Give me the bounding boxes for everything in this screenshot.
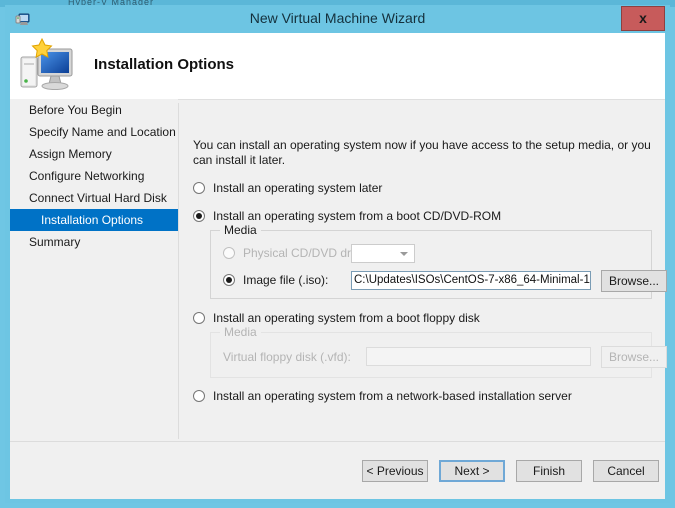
radio-icon-image-file <box>223 274 235 286</box>
radio-physical-cd-drive: Physical CD/DVD drive: <box>223 246 370 260</box>
radio-label-install-later: Install an operating system later <box>213 181 383 195</box>
radio-icon-install-from-cd <box>193 210 205 222</box>
radio-image-file[interactable]: Image file (.iso): <box>223 273 328 287</box>
window-title: New Virtual Machine Wizard <box>249 10 426 26</box>
radio-icon-install-later <box>193 182 205 194</box>
new-vm-computer-icon <box>18 37 80 95</box>
title-bar: New Virtual Machine Wizard x <box>5 5 670 33</box>
sidebar-item-summary[interactable]: Summary <box>10 231 178 253</box>
close-icon[interactable]: x <box>621 6 665 31</box>
radio-label-install-from-network: Install an operating system from a netwo… <box>213 389 572 403</box>
sidebar-content-divider <box>178 103 179 439</box>
dialog-body: Installation Options Before You Begin Sp… <box>10 33 667 499</box>
wizard-steps-sidebar: Before You Begin Specify Name and Locati… <box>10 99 178 441</box>
dialog-footer: < Previous Next > Finish Cancel <box>10 441 665 499</box>
radio-icon-install-from-network <box>193 390 205 402</box>
sidebar-item-assign-memory[interactable]: Assign Memory <box>10 143 178 165</box>
cd-media-group-legend: Media <box>220 223 261 237</box>
sidebar-item-configure-networking[interactable]: Configure Networking <box>10 165 178 187</box>
sidebar-item-installation-options[interactable]: Installation Options <box>10 209 178 231</box>
page-header: Installation Options <box>10 33 665 100</box>
finish-button[interactable]: Finish <box>516 460 582 482</box>
radio-install-from-network[interactable]: Install an operating system from a netwo… <box>193 389 572 403</box>
radio-install-later[interactable]: Install an operating system later <box>193 181 382 195</box>
radio-install-from-floppy[interactable]: Install an operating system from a boot … <box>193 311 480 325</box>
vfd-path-input <box>366 347 591 366</box>
cancel-button[interactable]: Cancel <box>593 460 659 482</box>
next-button[interactable]: Next > <box>439 460 505 482</box>
sidebar-item-before-you-begin[interactable]: Before You Begin <box>10 99 178 121</box>
page-title: Installation Options <box>94 56 235 73</box>
browse-vfd-button: Browse... <box>601 346 667 368</box>
sidebar-item-specify-name-and-location[interactable]: Specify Name and Location <box>10 121 178 143</box>
radio-label-install-from-cd: Install an operating system from a boot … <box>213 209 502 223</box>
content-area: You can install an operating system now … <box>188 99 667 441</box>
radio-label-image-file: Image file (.iso): <box>243 273 329 287</box>
iso-path-input[interactable]: C:\Updates\ISOs\CentOS-7-x86_64-Minimal-… <box>351 271 591 290</box>
sidebar-item-connect-virtual-hard-disk[interactable]: Connect Virtual Hard Disk <box>10 187 178 209</box>
previous-button[interactable]: < Previous <box>362 460 428 482</box>
radio-label-install-from-floppy: Install an operating system from a boot … <box>213 311 480 325</box>
radio-icon-install-from-floppy <box>193 312 205 324</box>
radio-icon-physical-cd-drive <box>223 247 235 259</box>
browse-iso-button[interactable]: Browse... <box>601 270 667 292</box>
vfd-label: Virtual floppy disk (.vfd): <box>223 350 351 364</box>
radio-install-from-cd[interactable]: Install an operating system from a boot … <box>193 209 501 223</box>
new-vm-wizard-dialog: New Virtual Machine Wizard x Installatio… <box>5 5 670 503</box>
floppy-media-group-legend: Media <box>220 325 261 339</box>
physical-cd-drive-select <box>351 244 415 263</box>
chevron-down-icon <box>400 252 408 256</box>
intro-text: You can install an operating system now … <box>193 138 651 167</box>
floppy-media-group: Media Virtual floppy disk (.vfd): Browse… <box>210 325 667 378</box>
cd-media-group: Media Physical CD/DVD drive: Image file … <box>210 223 667 299</box>
